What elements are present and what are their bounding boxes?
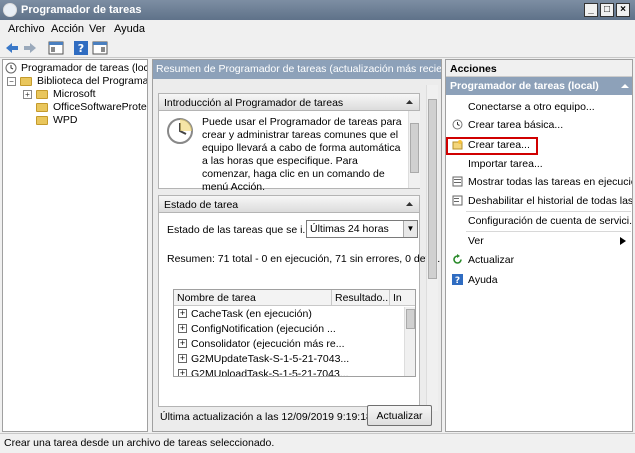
summary-pane: Resumen de Programador de tareas (actual… bbox=[152, 59, 442, 432]
tree-item-microsoft[interactable]: + Microsoft bbox=[23, 88, 147, 101]
svg-text:?: ? bbox=[78, 42, 84, 55]
expand-icon[interactable]: + bbox=[178, 339, 187, 348]
help-icon: ? bbox=[452, 274, 463, 285]
close-button[interactable]: × bbox=[616, 3, 630, 17]
last-update-text: Última actualización a las 12/09/2019 9:… bbox=[160, 411, 372, 423]
tree-item-library[interactable]: − Biblioteca del Programador de bbox=[7, 75, 147, 88]
scroll-thumb[interactable] bbox=[406, 309, 415, 329]
status-summary: Resumen: 71 total - 0 en ejecución, 71 s… bbox=[167, 253, 442, 265]
collapse-icon[interactable] bbox=[404, 97, 415, 108]
wizard-icon bbox=[452, 119, 463, 130]
intro-section-header[interactable]: Introducción al Programador de tareas bbox=[158, 93, 420, 111]
intro-section-body: Puede usar el Programador de tareas para… bbox=[158, 111, 420, 193]
title-bar: Programador de tareas _ □ × bbox=[0, 0, 635, 20]
actions-title: Acciones bbox=[446, 60, 632, 77]
action-service-account[interactable]: Configuración de cuenta de servici... bbox=[446, 212, 632, 230]
expand-icon[interactable]: + bbox=[178, 369, 187, 376]
menu-ayuda[interactable]: Ayuda bbox=[114, 23, 145, 35]
refresh-icon bbox=[453, 254, 462, 264]
expand-icon[interactable]: + bbox=[178, 309, 187, 318]
table-row[interactable]: + G2MUpdateTask-S-1-5-21-7043... bbox=[174, 352, 404, 367]
clock-icon bbox=[3, 3, 17, 17]
collapse-icon[interactable]: − bbox=[7, 77, 16, 86]
summary-body: Introducción al Programador de tareas Pu… bbox=[153, 79, 441, 431]
chevron-down-icon[interactable]: ▼ bbox=[403, 221, 417, 237]
forward-arrow-icon[interactable] bbox=[22, 40, 38, 56]
collapse-up-icon[interactable] bbox=[621, 82, 629, 90]
clock-icon bbox=[167, 118, 193, 144]
menu-bar: Archivo Acción Ver Ayuda bbox=[0, 20, 635, 38]
folder-icon bbox=[20, 77, 32, 86]
status-section-body: Estado de las tareas que se i... Últimas… bbox=[158, 213, 441, 407]
action-help[interactable]: ? Ayuda bbox=[446, 271, 632, 289]
folder-icon bbox=[36, 90, 48, 99]
scroll-thumb[interactable] bbox=[410, 123, 419, 173]
action-view[interactable]: Ver bbox=[446, 232, 632, 250]
maximize-button[interactable]: □ bbox=[600, 3, 614, 17]
tree-item-officesoftwareprotection[interactable]: OfficeSoftwareProtectio bbox=[23, 101, 147, 114]
minimize-button[interactable]: _ bbox=[584, 3, 598, 17]
actions-pane: Acciones Programador de tareas (local) C… bbox=[445, 59, 633, 432]
properties-icon[interactable] bbox=[92, 40, 108, 56]
filter-label: Estado de las tareas que se i... bbox=[167, 224, 312, 236]
expand-icon[interactable]: + bbox=[178, 354, 187, 363]
window-title: Programador de tareas bbox=[21, 4, 142, 16]
menu-archivo[interactable]: Archivo bbox=[8, 23, 45, 35]
expand-icon[interactable]: + bbox=[178, 324, 187, 333]
history-icon bbox=[452, 195, 463, 206]
clock-icon bbox=[5, 62, 17, 74]
action-import-task[interactable]: Importar tarea... bbox=[446, 155, 632, 173]
action-create-basic-task[interactable]: Crear tarea básica... bbox=[446, 116, 632, 134]
toolbar: ? bbox=[0, 38, 635, 58]
table-row[interactable]: + CacheTask (en ejecución) bbox=[174, 307, 404, 322]
table-row[interactable]: + ConfigNotification (ejecución ... bbox=[174, 322, 404, 337]
splitter[interactable] bbox=[148, 59, 151, 432]
actions-subtitle[interactable]: Programador de tareas (local) bbox=[446, 77, 632, 95]
status-section-title: Estado de tarea bbox=[164, 199, 239, 211]
tree-item-root[interactable]: Programador de tareas (local) bbox=[5, 62, 147, 75]
tree-item-wpd[interactable]: WPD bbox=[23, 114, 147, 127]
svg-text:?: ? bbox=[455, 276, 460, 285]
action-disable-history[interactable]: Deshabilitar el historial de todas las..… bbox=[446, 192, 632, 210]
intro-text: Puede usar el Programador de tareas para… bbox=[202, 116, 402, 193]
task-status-table: Nombre de tarea Resultado... In + CacheTa… bbox=[173, 289, 416, 377]
highlight-box bbox=[446, 137, 538, 155]
status-bar: Crear una tarea desde un archivo de tare… bbox=[0, 433, 635, 453]
help-icon[interactable]: ? bbox=[73, 40, 89, 56]
summary-scrollbar[interactable] bbox=[426, 85, 438, 411]
menu-ver[interactable]: Ver bbox=[89, 23, 106, 35]
time-filter-select[interactable]: Últimas 24 horas ▼ bbox=[306, 220, 418, 238]
chevron-right-icon bbox=[620, 237, 626, 245]
action-refresh[interactable]: Actualizar bbox=[446, 251, 632, 269]
menu-accion[interactable]: Acción bbox=[51, 23, 84, 35]
column-header-name[interactable]: Nombre de tarea bbox=[174, 290, 332, 306]
folder-icon bbox=[36, 103, 48, 112]
column-header-in[interactable]: In bbox=[390, 290, 415, 306]
table-row[interactable]: + Consolidator (ejecución más re... bbox=[174, 337, 404, 352]
summary-header: Resumen de Programador de tareas (actual… bbox=[153, 60, 441, 79]
status-section-header[interactable]: Estado de tarea bbox=[158, 195, 420, 213]
action-show-running[interactable]: Mostrar todas las tareas en ejecución bbox=[446, 173, 632, 191]
expand-icon[interactable]: + bbox=[23, 90, 32, 99]
console-tree-icon[interactable] bbox=[48, 40, 64, 56]
collapse-icon[interactable] bbox=[404, 199, 415, 210]
refresh-button[interactable]: Actualizar bbox=[367, 405, 432, 426]
action-connect[interactable]: Conectarse a otro equipo... bbox=[446, 98, 632, 116]
folder-icon bbox=[36, 116, 48, 125]
running-tasks-icon bbox=[452, 176, 463, 187]
table-row[interactable]: + G2MUploadTask-S-1-5-21-7043... bbox=[174, 367, 404, 376]
scroll-thumb[interactable] bbox=[428, 99, 437, 279]
column-header-result[interactable]: Resultado... bbox=[332, 290, 390, 306]
intro-section-title: Introducción al Programador de tareas bbox=[164, 97, 344, 109]
console-tree: Programador de tareas (local) − Bibliote… bbox=[2, 59, 148, 432]
table-scrollbar[interactable] bbox=[404, 307, 415, 376]
back-arrow-icon[interactable] bbox=[4, 40, 20, 56]
intro-scrollbar[interactable] bbox=[408, 111, 420, 188]
